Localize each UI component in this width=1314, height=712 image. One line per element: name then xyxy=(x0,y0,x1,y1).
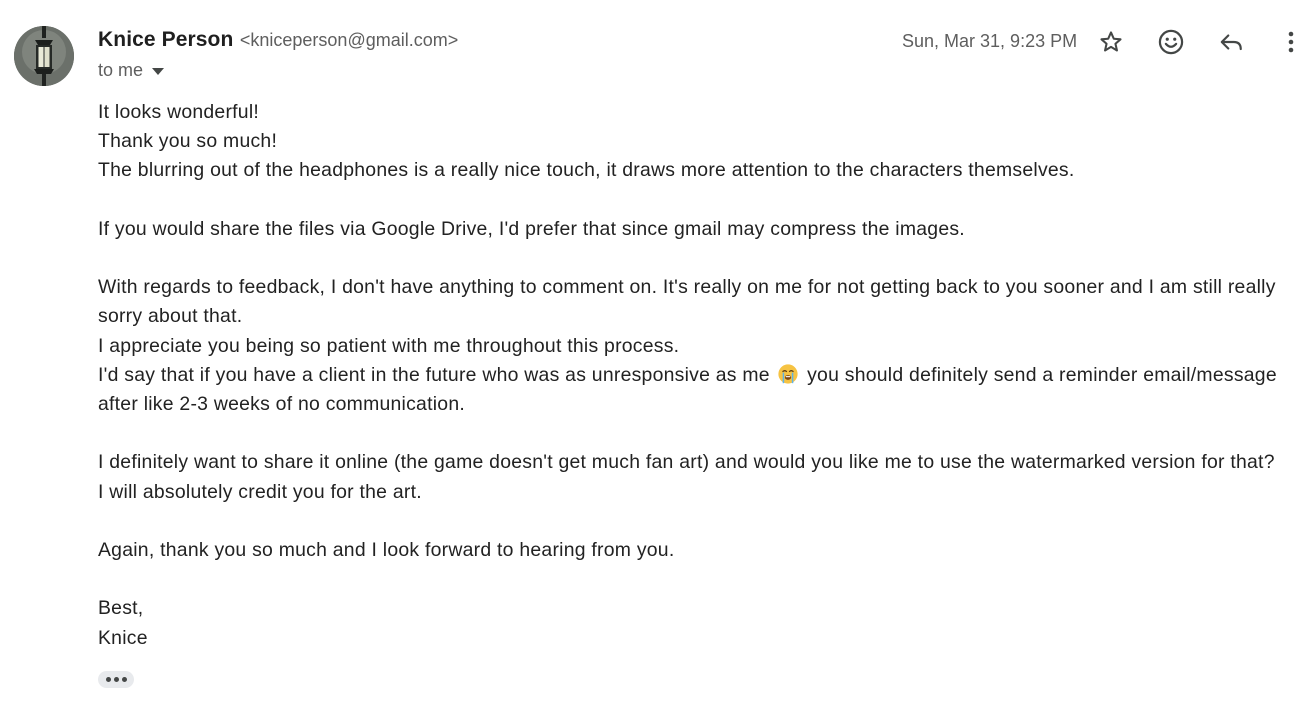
message-line: I definitely want to share it online (th… xyxy=(98,451,1275,474)
message-line: I will absolutely credit you for the art… xyxy=(98,480,422,503)
message-line: With regards to feedback, I don't have a… xyxy=(98,276,1276,328)
recipient-label: to me xyxy=(98,60,144,80)
caret-down-icon[interactable] xyxy=(152,68,165,75)
message-line: The blurring out of the headphones is a … xyxy=(98,159,1075,182)
sender-line: Knice Person <kniceperson@gmail.com> xyxy=(98,28,458,52)
sender-avatar[interactable] xyxy=(14,26,74,86)
star-button[interactable] xyxy=(1093,24,1129,60)
recipient-details-toggle[interactable]: to me xyxy=(98,60,165,81)
sender-name[interactable]: Knice Person xyxy=(98,28,233,51)
message-timestamp: Sun, Mar 31, 9:23 PM xyxy=(902,31,1078,51)
message-line: Thank you so much! xyxy=(98,130,278,153)
message-line: I appreciate you being so patient with m… xyxy=(98,334,680,357)
reply-button[interactable] xyxy=(1213,24,1249,60)
signoff-line: Best, xyxy=(98,597,144,620)
loudly-crying-face-emoji-icon xyxy=(778,364,799,384)
message-body: It looks wonderful! Thank you so much! T… xyxy=(98,98,1308,653)
add-reaction-button[interactable] xyxy=(1153,24,1189,60)
message-line-with-emoji: I'd say that if you have a client in the… xyxy=(98,361,1308,419)
more-options-button[interactable] xyxy=(1273,24,1309,60)
message-text-before-emoji: I'd say that if you have a client in the… xyxy=(98,363,770,386)
lantern-avatar-image xyxy=(14,26,74,86)
star-icon xyxy=(1100,31,1122,52)
more-options-icon xyxy=(1288,31,1294,53)
ellipsis-dot-icon xyxy=(113,677,119,682)
ellipsis-dot-icon xyxy=(121,677,127,682)
sender-email: <kniceperson@gmail.com> xyxy=(239,30,459,50)
message-line: If you would share the files via Google … xyxy=(98,217,965,240)
ellipsis-dot-icon xyxy=(105,677,111,682)
message-line: Again, thank you so much and I look forw… xyxy=(98,538,675,561)
message-line: It looks wonderful! xyxy=(98,101,260,123)
emoji-reaction-icon xyxy=(1158,29,1184,55)
reply-icon xyxy=(1220,34,1242,51)
signature-name: Knice xyxy=(98,626,148,649)
show-trimmed-content-button[interactable] xyxy=(98,671,134,688)
